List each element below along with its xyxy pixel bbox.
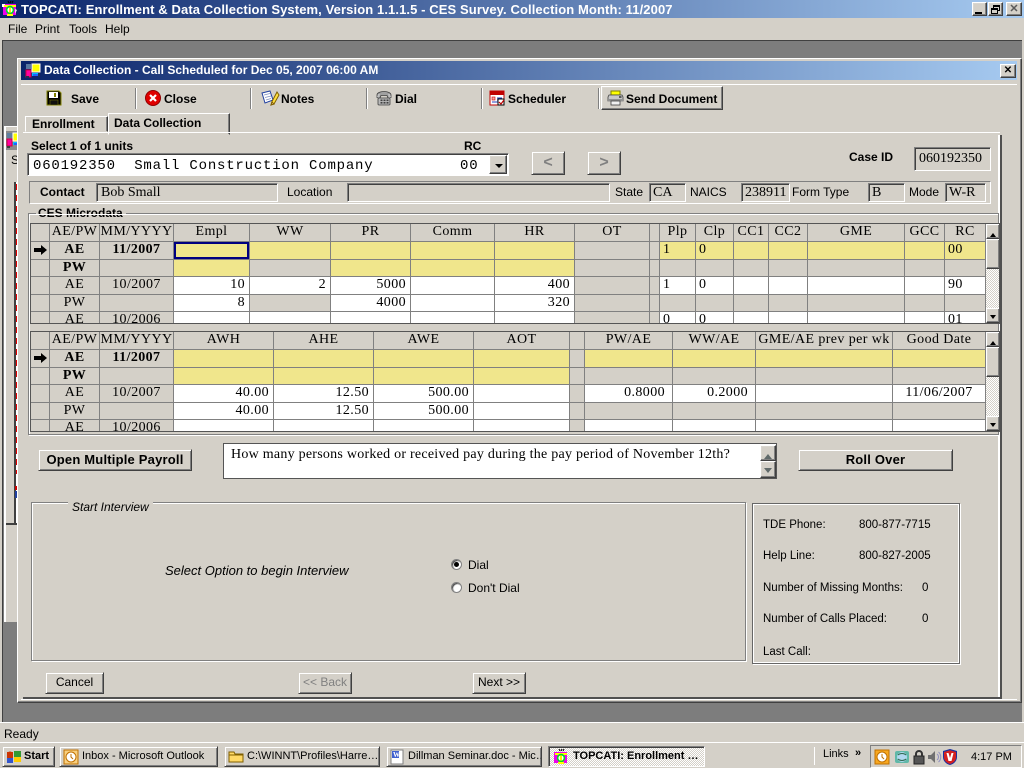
svg-text:W: W [393, 751, 400, 759]
